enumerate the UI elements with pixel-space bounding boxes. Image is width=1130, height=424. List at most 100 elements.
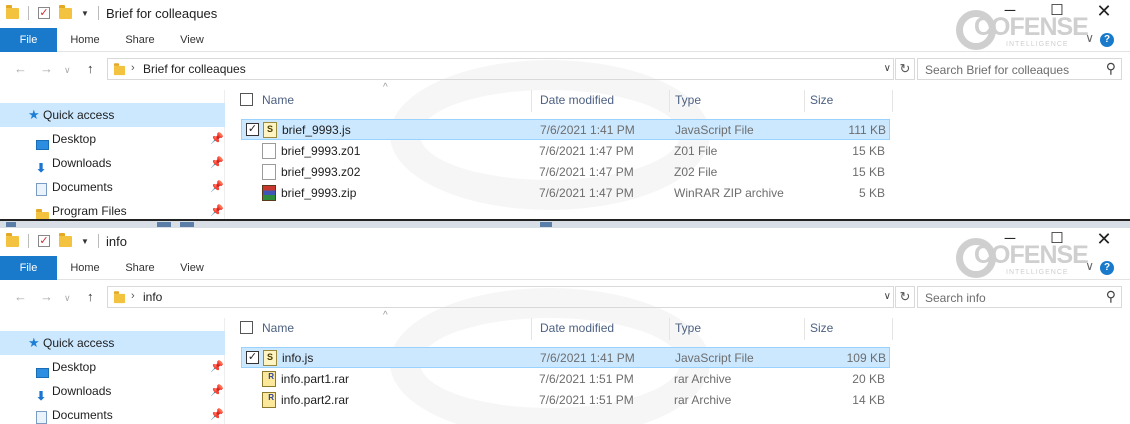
breadcrumb-path[interactable]: info [143,290,162,304]
column-header-date[interactable]: Date modified [540,321,614,335]
up-arrow-icon[interactable]: ↑ [87,289,94,304]
sidebar-item-documents[interactable]: Documents 📌 [0,175,225,199]
window-title: Brief for colleaques [106,6,218,21]
recent-locations-chevron-icon[interactable]: ∨ [64,65,71,76]
breadcrumb-chevron-icon[interactable]: › [131,290,135,302]
table-row[interactable]: R info.part2.rar 7/6/2021 1:51 PM rar Ar… [241,390,890,411]
pin-icon[interactable]: 📌 [210,151,224,175]
expand-ribbon-chevron-icon[interactable]: ∨ [1085,31,1094,45]
table-row[interactable]: brief_9993.z02 7/6/2021 1:47 PM Z02 File… [241,162,890,183]
new-folder-icon[interactable] [59,232,72,247]
folder-icon [6,232,19,247]
forward-arrow-icon[interactable]: → [40,61,53,76]
close-button[interactable]: ✕ [1089,1,1119,22]
address-bar[interactable]: › Brief for colleaques ∨ [107,58,894,80]
new-folder-icon[interactable] [59,4,72,19]
toolbar-divider [28,234,29,248]
taskbar-item [180,222,194,227]
address-dropdown-icon[interactable]: ∨ [884,291,891,302]
breadcrumb-chevron-icon[interactable]: › [131,62,135,74]
sidebar-item-label: Documents [52,180,113,194]
column-header-size[interactable]: Size [810,93,833,107]
sort-caret-icon: ^ [383,82,388,93]
select-all-checkbox[interactable] [240,321,253,334]
search-input[interactable]: Search info ⚲ [917,286,1122,308]
recent-locations-chevron-icon[interactable]: ∨ [64,293,71,304]
pin-icon[interactable]: 📌 [210,199,224,219]
sidebar-item-downloads[interactable]: ⬇ Downloads 📌 [0,379,225,403]
properties-check-icon[interactable]: ✓ [38,7,50,19]
search-icon[interactable]: ⚲ [1106,288,1116,305]
column-divider[interactable] [804,90,805,112]
column-header-date[interactable]: Date modified [540,93,614,107]
row-checkbox[interactable]: ✓ [246,123,259,136]
address-bar[interactable]: › info ∨ [107,286,894,308]
table-row[interactable]: brief_9993.zip 7/6/2021 1:47 PM WinRAR Z… [241,183,890,204]
column-divider[interactable] [804,318,805,340]
file-size: 14 KB [852,393,885,407]
sidebar-item-label: Program Files [52,204,127,218]
tab-share[interactable]: Share [117,28,163,52]
documents-icon [36,408,47,424]
column-header-type[interactable]: Type [675,93,701,107]
refresh-icon[interactable]: ↻ [895,286,915,308]
column-divider[interactable] [669,90,670,112]
column-divider[interactable] [892,90,893,112]
pin-icon[interactable]: 📌 [210,379,224,403]
table-row[interactable]: R info.part1.rar 7/6/2021 1:51 PM rar Ar… [241,369,890,390]
back-arrow-icon[interactable]: ← [14,61,27,76]
tab-home[interactable]: Home [62,28,108,52]
up-arrow-icon[interactable]: ↑ [87,61,94,76]
row-checkbox[interactable]: ✓ [246,351,259,364]
breadcrumb-path[interactable]: Brief for colleaques [143,62,246,76]
file-type: JavaScript File [675,351,754,365]
search-icon[interactable]: ⚲ [1106,60,1116,77]
address-dropdown-icon[interactable]: ∨ [884,63,891,74]
tab-file[interactable]: File [0,28,57,52]
table-row[interactable]: brief_9993.z01 7/6/2021 1:47 PM Z01 File… [241,141,890,162]
sidebar-item-downloads[interactable]: ⬇ Downloads 📌 [0,151,225,175]
select-all-checkbox[interactable] [240,93,253,106]
generic-file-icon [262,143,276,159]
tab-view[interactable]: View [170,256,214,280]
column-header-type[interactable]: Type [675,321,701,335]
sidebar-item-documents[interactable]: Documents 📌 [0,403,225,424]
navigation-pane: ★ Quick access Desktop 📌 ⬇ Downloads 📌 D… [0,318,225,424]
sidebar-item-quick-access[interactable]: ★ Quick access [0,103,225,127]
pin-icon[interactable]: 📌 [210,403,224,424]
ribbon-tabs: File Home Share View ∨ ? [0,28,1130,52]
back-arrow-icon[interactable]: ← [14,289,27,304]
table-row[interactable]: ✓ S brief_9993.js 7/6/2021 1:41 PM JavaS… [241,119,890,140]
pin-icon[interactable]: 📌 [210,127,224,151]
file-date: 7/6/2021 1:47 PM [539,165,634,179]
column-header-name[interactable]: Name [262,321,294,335]
tab-home[interactable]: Home [62,256,108,280]
sidebar-item-program-files[interactable]: Program Files 📌 [0,199,225,219]
column-divider[interactable] [669,318,670,340]
help-icon[interactable]: ? [1100,261,1114,275]
refresh-icon[interactable]: ↻ [895,58,915,80]
tab-share[interactable]: Share [117,256,163,280]
pin-icon[interactable]: 📌 [210,175,224,199]
sidebar-item-desktop[interactable]: Desktop 📌 [0,355,225,379]
forward-arrow-icon[interactable]: → [40,289,53,304]
close-button[interactable]: ✕ [1089,229,1119,250]
search-input[interactable]: Search Brief for colleaques ⚲ [917,58,1122,80]
table-row[interactable]: ✓ S info.js 7/6/2021 1:41 PM JavaScript … [241,347,890,368]
file-name: info.part1.rar [281,372,350,386]
column-divider[interactable] [892,318,893,340]
tab-file[interactable]: File [0,256,57,280]
customize-toolbar-dropdown-icon[interactable]: ▼ [81,237,89,246]
sidebar-item-quick-access[interactable]: ★ Quick access [0,331,225,355]
help-icon[interactable]: ? [1100,33,1114,47]
column-divider[interactable] [531,318,532,340]
pin-icon[interactable]: 📌 [210,355,224,379]
column-divider[interactable] [531,90,532,112]
column-header-name[interactable]: Name [262,93,294,107]
sidebar-item-desktop[interactable]: Desktop 📌 [0,127,225,151]
expand-ribbon-chevron-icon[interactable]: ∨ [1085,259,1094,273]
column-header-size[interactable]: Size [810,321,833,335]
tab-view[interactable]: View [170,28,214,52]
customize-toolbar-dropdown-icon[interactable]: ▼ [81,9,89,18]
properties-check-icon[interactable]: ✓ [38,235,50,247]
